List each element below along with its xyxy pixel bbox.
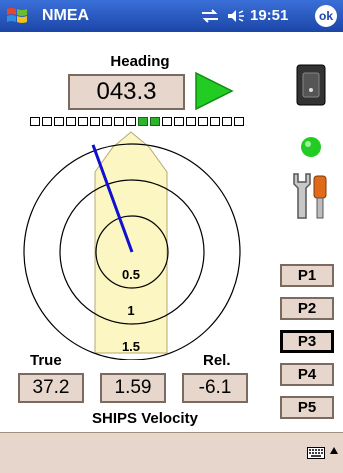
true-value: 37.2	[18, 373, 84, 403]
page-button-p3[interactable]: P3	[280, 330, 334, 353]
ok-button[interactable]: ok	[315, 5, 337, 27]
ring-label-0.5: 0.5	[121, 267, 141, 282]
page-button-p2[interactable]: P2	[280, 297, 334, 320]
rel-value: -6.1	[182, 373, 248, 403]
keyboard-icon[interactable]	[307, 447, 325, 459]
windows-logo-icon[interactable]	[6, 5, 28, 27]
ring-label-1: 1	[127, 303, 135, 318]
connectivity-icon[interactable]	[200, 8, 220, 24]
speed-value: 1.59	[100, 373, 166, 403]
page-button-p1[interactable]: P1	[280, 264, 334, 287]
ships-velocity-label: SHIPS Velocity	[92, 410, 198, 427]
clock[interactable]: 19:51	[250, 7, 288, 24]
velocity-dial	[23, 131, 241, 360]
play-arrow-icon[interactable]	[194, 71, 234, 111]
heading-label: Heading	[110, 53, 170, 70]
volume-icon[interactable]	[227, 8, 245, 24]
status-led-icon	[301, 137, 321, 157]
tools-icon[interactable]	[288, 170, 332, 222]
heading-value: 043.3	[68, 74, 185, 110]
power-switch-icon[interactable]	[296, 64, 326, 106]
true-label: True	[30, 352, 62, 369]
page-button-p4[interactable]: P4	[280, 363, 334, 386]
ring-label-1.5: 1.5	[121, 339, 141, 354]
menu-bar	[0, 432, 343, 473]
rel-label: Rel.	[203, 352, 231, 369]
title-bar: NMEA 19:51 ok	[0, 0, 343, 32]
input-panel-up-arrow-icon[interactable]	[329, 446, 339, 456]
app-title: NMEA	[42, 7, 90, 24]
page-button-p5[interactable]: P5	[280, 396, 334, 419]
